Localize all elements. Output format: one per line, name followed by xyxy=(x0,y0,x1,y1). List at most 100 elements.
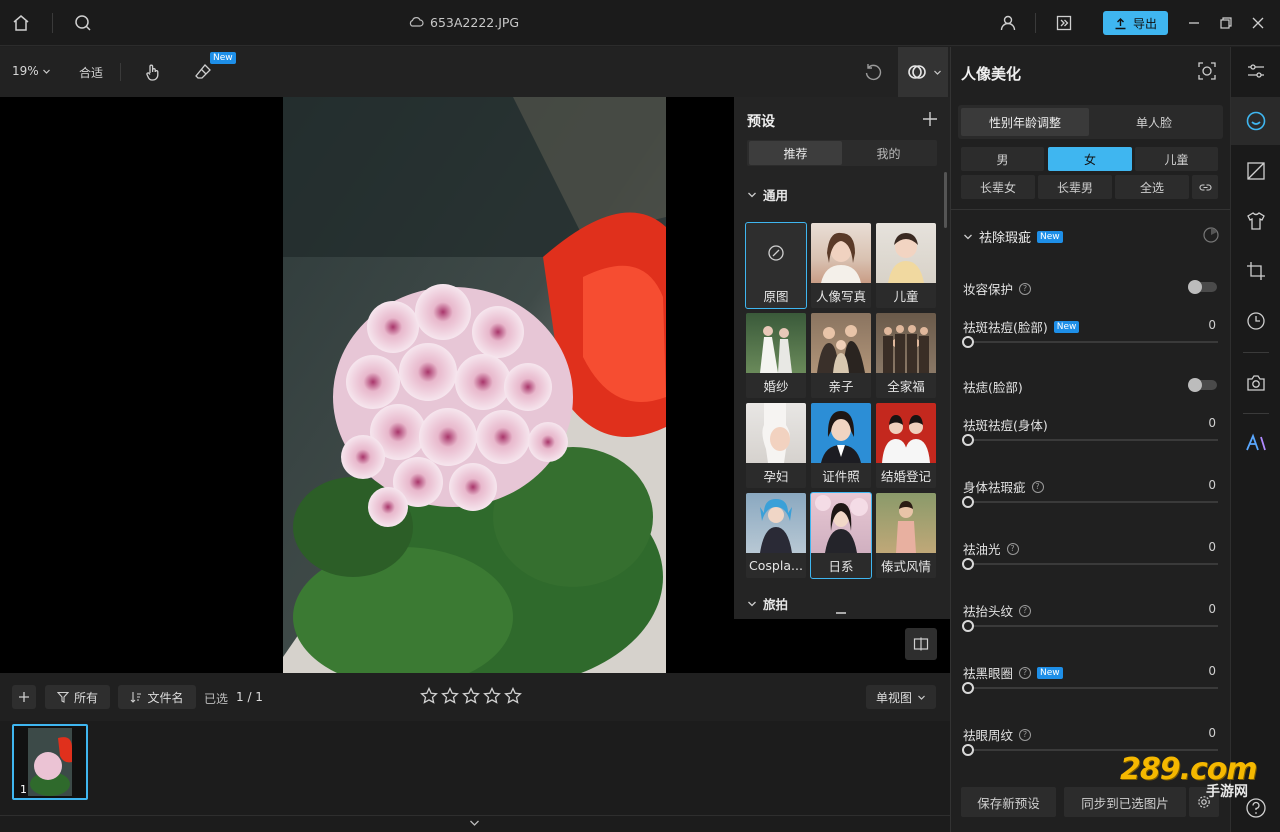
sidebar-item-crop[interactable] xyxy=(1231,247,1280,295)
adjust-slider[interactable] xyxy=(962,336,1218,348)
slider-knob[interactable] xyxy=(962,744,974,756)
tab-gender-age[interactable]: 性别年龄调整 xyxy=(961,108,1089,136)
help-icon[interactable]: ? xyxy=(1019,604,1032,617)
gender-female[interactable]: 女 xyxy=(1048,147,1132,171)
add-preset-icon[interactable] xyxy=(922,111,938,127)
adjust-value: 0 xyxy=(1208,416,1216,430)
face-detect-icon[interactable] xyxy=(1197,61,1217,81)
gender-child[interactable]: 儿童 xyxy=(1135,147,1218,171)
preset-tile-dai-style[interactable]: 傣式风情 xyxy=(876,493,936,578)
reset-section-icon[interactable] xyxy=(1202,226,1220,244)
preset-tile-original[interactable]: 原图 xyxy=(745,222,807,309)
home-icon[interactable] xyxy=(8,11,34,35)
help-icon[interactable]: ? xyxy=(1019,666,1032,679)
zoom-select[interactable]: 19% xyxy=(12,64,51,78)
star-icon[interactable] xyxy=(504,687,522,705)
preset-tile-children[interactable]: 儿童 xyxy=(876,223,936,308)
resize-handle[interactable] xyxy=(836,612,846,614)
sidebar-item-history[interactable] xyxy=(1231,297,1280,345)
slider-knob[interactable] xyxy=(962,496,974,508)
add-image-button[interactable] xyxy=(12,685,36,709)
adjust-slider[interactable] xyxy=(962,744,1218,756)
sync-selected-button[interactable]: 同步到已选图片 xyxy=(1064,787,1186,817)
scrollbar[interactable] xyxy=(944,172,947,228)
sort-button[interactable]: 文件名 xyxy=(118,685,196,709)
star-icon[interactable] xyxy=(462,687,480,705)
slider-knob[interactable] xyxy=(962,336,974,348)
view-mode-select[interactable]: 单视图 xyxy=(866,685,936,709)
sidebar-item-camera[interactable] xyxy=(1231,359,1280,407)
sidebar-item-exposure[interactable] xyxy=(1231,147,1280,195)
gender-elder-male[interactable]: 长辈男 xyxy=(1038,175,1112,199)
preset-toggle-button[interactable] xyxy=(898,47,948,97)
filmstrip-collapse-bar[interactable] xyxy=(0,815,950,832)
slider-knob[interactable] xyxy=(962,620,974,632)
help-icon[interactable]: ? xyxy=(1019,282,1032,295)
slider-knob[interactable] xyxy=(962,558,974,570)
section-general[interactable]: 通用 xyxy=(747,185,788,204)
preset-tile-portrait[interactable]: 人像写真 xyxy=(811,223,871,308)
tab-mine[interactable]: 我的 xyxy=(842,141,935,165)
adjust-slider[interactable] xyxy=(962,434,1218,446)
undo-icon[interactable] xyxy=(860,59,886,85)
star-icon[interactable] xyxy=(420,687,438,705)
minimize-icon[interactable] xyxy=(1182,11,1206,35)
help-icon[interactable]: ? xyxy=(1019,728,1032,741)
restore-icon[interactable] xyxy=(1214,11,1238,35)
sync-settings-button[interactable] xyxy=(1189,787,1219,817)
adjust-slider[interactable] xyxy=(962,682,1218,694)
preset-tile-japanese[interactable]: 日系 xyxy=(810,492,872,579)
save-preset-button[interactable]: 保存新预设 xyxy=(961,787,1056,817)
thumbnail-index: 1 xyxy=(20,783,27,796)
preset-tile-family[interactable]: 全家福 xyxy=(876,313,936,398)
preset-tile-parent-child[interactable]: 亲子 xyxy=(811,313,871,398)
adjust-slider[interactable] xyxy=(962,496,1218,508)
star-icon[interactable] xyxy=(483,687,501,705)
preset-tile-label: 孕妇 xyxy=(746,463,806,488)
export-button[interactable]: 导出 xyxy=(1103,11,1168,35)
section-blemish-removal[interactable]: 祛除瑕疵 New xyxy=(963,227,1063,246)
slider-knob[interactable] xyxy=(962,434,974,446)
tab-single-face[interactable]: 单人脸 xyxy=(1089,108,1219,136)
fit-button[interactable]: 合适 xyxy=(79,64,103,81)
tab-recommended[interactable]: 推荐 xyxy=(749,141,842,165)
section-travel[interactable]: 旅拍 xyxy=(747,594,788,613)
preset-tile-wedding[interactable]: 婚纱 xyxy=(746,313,806,398)
sidebar-item-adjust[interactable] xyxy=(1231,47,1280,95)
select-all-button[interactable]: 全选 xyxy=(1115,175,1189,199)
preset-tile-marriage-registration[interactable]: 结婚登记 xyxy=(876,403,936,488)
star-icon[interactable] xyxy=(441,687,459,705)
preset-tile-maternity[interactable]: 孕妇 xyxy=(746,403,806,488)
rating-stars[interactable] xyxy=(420,687,522,705)
filter-label: 所有 xyxy=(73,690,98,705)
preset-tile-id-photo[interactable]: 证件照 xyxy=(811,403,871,488)
help-icon[interactable]: ? xyxy=(1031,480,1044,493)
user-icon[interactable] xyxy=(996,11,1020,35)
adjust-toggle[interactable] xyxy=(1188,378,1217,392)
sidebar-item-portrait[interactable] xyxy=(1231,97,1280,145)
preset-tile-label: 结婚登记 xyxy=(876,463,936,488)
hand-tool-icon[interactable] xyxy=(140,59,166,85)
sidebar-item-clothing[interactable] xyxy=(1231,197,1280,245)
compare-view-button[interactable] xyxy=(905,628,937,660)
new-badge: New xyxy=(1053,320,1080,333)
adjust-slider[interactable] xyxy=(962,558,1218,570)
close-icon[interactable] xyxy=(1246,11,1270,35)
gender-elder-female[interactable]: 长辈女 xyxy=(961,175,1035,199)
slider-knob[interactable] xyxy=(962,682,974,694)
link-button[interactable] xyxy=(1192,175,1218,199)
filmstrip: 1 xyxy=(0,721,950,815)
share-icon[interactable] xyxy=(1052,11,1076,35)
split-view-icon xyxy=(913,637,929,651)
help-icon[interactable]: ? xyxy=(1006,542,1019,555)
filter-button[interactable]: 所有 xyxy=(45,685,110,709)
adjust-toggle[interactable] xyxy=(1188,280,1217,294)
sidebar-item-ai[interactable] xyxy=(1231,419,1280,467)
search-icon[interactable] xyxy=(70,11,96,35)
preset-tile-cosplay[interactable]: Cospla... xyxy=(746,493,806,578)
adjust-slider[interactable] xyxy=(962,620,1218,632)
sidebar-item-help[interactable] xyxy=(1231,784,1280,832)
original-thumb xyxy=(746,223,806,283)
gender-male[interactable]: 男 xyxy=(961,147,1044,171)
thumbnail-item[interactable]: 1 xyxy=(12,724,88,800)
